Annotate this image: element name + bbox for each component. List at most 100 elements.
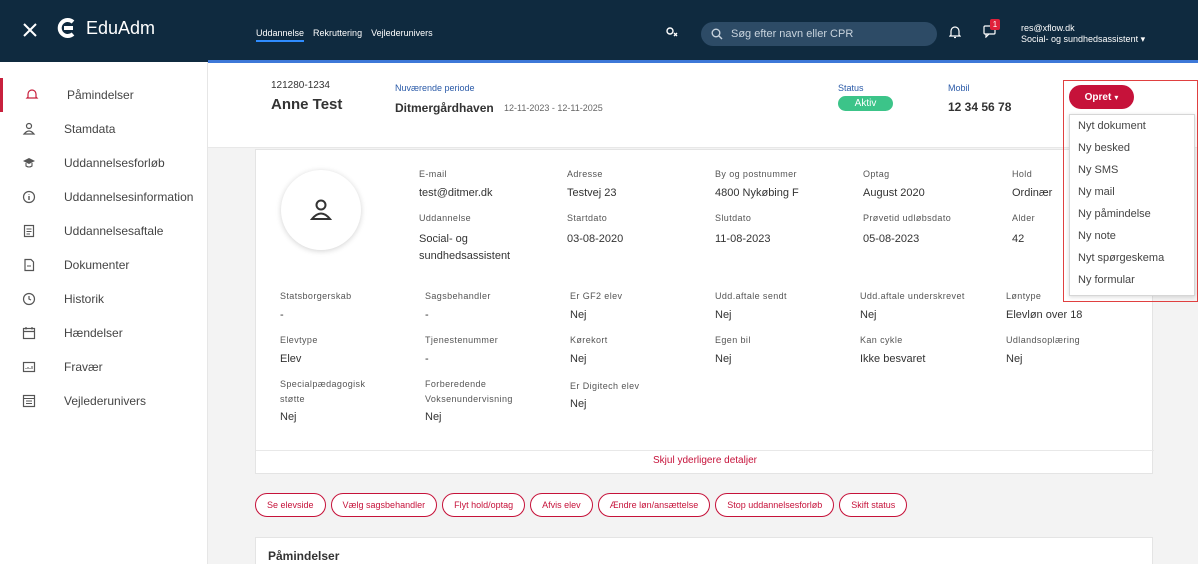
document-icon	[23, 224, 35, 238]
switch-icon[interactable]	[665, 26, 679, 40]
nav-rekruttering[interactable]: Rekruttering	[313, 28, 362, 42]
field-label: Er Digitech elev	[570, 381, 640, 391]
field-label: Uddannelse	[419, 213, 472, 223]
change-status-button[interactable]: Skift status	[839, 493, 908, 517]
section-title: Påmindelser	[268, 549, 340, 563]
field-value: Nej	[570, 398, 587, 410]
field-value: Nej	[570, 353, 587, 365]
reject-student-button[interactable]: Afvis elev	[530, 493, 593, 517]
field-value: test@ditmer.dk	[419, 187, 493, 199]
menu-item-new-message[interactable]: Ny besked	[1078, 142, 1130, 154]
field-label: Kørekort	[570, 335, 608, 345]
field-value: 4800 Nykøbing F	[715, 187, 799, 199]
create-button-label: Opret	[1084, 91, 1112, 103]
menu-item-new-form[interactable]: Ny formular	[1078, 274, 1135, 286]
field-label: Forberedende Voksenundervisning	[425, 379, 513, 404]
field-value: August 2020	[863, 187, 925, 199]
field-value: -	[425, 353, 429, 365]
messages-button[interactable]: 1	[983, 19, 1000, 43]
sidebar-item-uddannelsesinformation[interactable]: Uddannelsesinformation	[0, 180, 208, 214]
avatar	[281, 170, 361, 250]
person-icon	[22, 122, 36, 135]
sidebar-item-stamdata[interactable]: Stamdata	[0, 112, 208, 146]
create-button[interactable]: Opret ▾	[1069, 85, 1134, 109]
menu-item-new-mail[interactable]: Ny mail	[1078, 186, 1115, 198]
sidebar-item-label: Fravær	[64, 360, 103, 374]
field-label: Udd.aftale underskrevet	[860, 291, 965, 301]
change-salary-button[interactable]: Ændre løn/ansættelse	[597, 493, 711, 517]
sidebar-item-dokumenter[interactable]: Dokumenter	[0, 248, 208, 282]
bell-icon	[25, 89, 39, 99]
menu-item-new-reminder[interactable]: Ny påmindelse	[1078, 208, 1151, 220]
field-value: Nej	[280, 411, 297, 423]
user-menu[interactable]: res@xflow.dk Social- og sundhedsassisten…	[1021, 23, 1145, 45]
chevron-down-icon: ▾	[1114, 92, 1119, 102]
app-name: EduAdm	[86, 17, 156, 38]
clock-icon	[22, 292, 36, 306]
field-label: By og postnummer	[715, 169, 797, 179]
period-dates: 12-11-2023 - 12-11-2025	[504, 103, 603, 113]
top-navigation: Uddannelse Rekruttering Vejlederunivers	[256, 28, 433, 42]
field-label: E-mail	[419, 169, 447, 179]
view-student-page-button[interactable]: Se elevside	[255, 493, 326, 517]
field-value: 05-08-2023	[863, 233, 920, 245]
field-value: Testvej 23	[567, 187, 617, 199]
field-label: Løntype	[1006, 291, 1042, 301]
graduation-cap-icon	[23, 158, 35, 168]
sidebar-item-label: Uddannelsesforløb	[64, 156, 165, 170]
sidebar-item-vejlederunivers[interactable]: Vejlederunivers	[0, 384, 208, 418]
user-role: Social- og sundhedsassistent	[1021, 34, 1145, 45]
period-label: Nuværende periode	[395, 83, 475, 93]
student-cpr: 121280-1234	[271, 80, 330, 91]
field-label: Specialpædagogisk støtte	[280, 379, 366, 404]
field-value: Nej	[570, 309, 587, 321]
field-value: Ordinær	[1012, 187, 1053, 199]
notification-bell-icon[interactable]	[949, 26, 961, 39]
field-label: Prøvetid udløbsdato	[863, 213, 952, 223]
search-input[interactable]: Søg efter navn eller CPR	[701, 22, 937, 46]
field-label: Hold	[1012, 169, 1033, 179]
list-icon	[22, 394, 36, 408]
person-icon	[309, 199, 333, 220]
sidebar-item-label: Vejlederunivers	[64, 394, 147, 408]
mobile-value: 12 34 56 78	[948, 100, 1012, 114]
sidebar-item-paamindelser[interactable]: Påmindelser	[0, 78, 208, 112]
field-label: Udlandsoplæring	[1006, 335, 1081, 345]
notification-badge: 1	[990, 19, 1000, 30]
field-label: Egen bil	[715, 335, 751, 345]
field-label: Sagsbehandler	[425, 291, 491, 301]
field-label: Kan cykle	[860, 335, 903, 345]
menu-item-new-document[interactable]: Nyt dokument	[1078, 120, 1146, 132]
menu-item-new-questionnaire[interactable]: Nyt spørgeskema	[1078, 252, 1164, 264]
menu-item-new-sms[interactable]: Ny SMS	[1078, 164, 1118, 176]
create-dropdown-menu: Nyt dokument Ny besked Ny SMS Ny mail Ny…	[1069, 114, 1195, 296]
stop-education-button[interactable]: Stop uddannelsesforløb	[715, 493, 835, 517]
calendar-icon	[22, 327, 36, 340]
nav-uddannelse[interactable]: Uddannelse	[256, 28, 305, 42]
sidebar-item-historik[interactable]: Historik	[0, 282, 208, 316]
hide-details-link[interactable]: Skjul yderligere detaljer	[256, 450, 1154, 474]
sidebar-item-label: Påmindelser	[67, 88, 134, 102]
user-email: res@xflow.dk	[1021, 23, 1075, 33]
choose-caseworker-button[interactable]: Vælg sagsbehandler	[330, 493, 438, 517]
logo-icon	[57, 18, 75, 38]
field-value: Social- og sundhedsassistent	[419, 233, 511, 262]
menu-item-new-note[interactable]: Ny note	[1078, 230, 1116, 242]
close-icon[interactable]	[20, 20, 40, 40]
field-value: Elevløn over 18	[1006, 309, 1083, 321]
nav-vejlederunivers[interactable]: Vejlederunivers	[371, 28, 433, 42]
sidebar-item-haendelser[interactable]: Hændelser	[0, 316, 208, 350]
field-value: 42	[1012, 233, 1025, 245]
field-label: Tjenestenummer	[425, 335, 499, 345]
sidebar-item-uddannelsesforloeb[interactable]: Uddannelsesforløb	[0, 146, 208, 180]
field-label: Alder	[1012, 213, 1036, 223]
sidebar-item-fravaer[interactable]: Fravær	[0, 350, 208, 384]
move-team-button[interactable]: Flyt hold/optag	[442, 493, 526, 517]
field-value: Nej	[715, 353, 732, 365]
sidebar-item-label: Historik	[64, 292, 105, 306]
student-details-card: E-mail test@ditmer.dk Adresse Testvej 23…	[255, 149, 1154, 474]
sidebar-item-uddannelsesaftale[interactable]: Uddannelsesaftale	[0, 214, 208, 248]
action-bar: Se elevside Vælg sagsbehandler Flyt hold…	[255, 493, 908, 517]
app-logo[interactable]: EduAdm	[56, 17, 155, 39]
field-value: 11-08-2023	[715, 233, 771, 245]
